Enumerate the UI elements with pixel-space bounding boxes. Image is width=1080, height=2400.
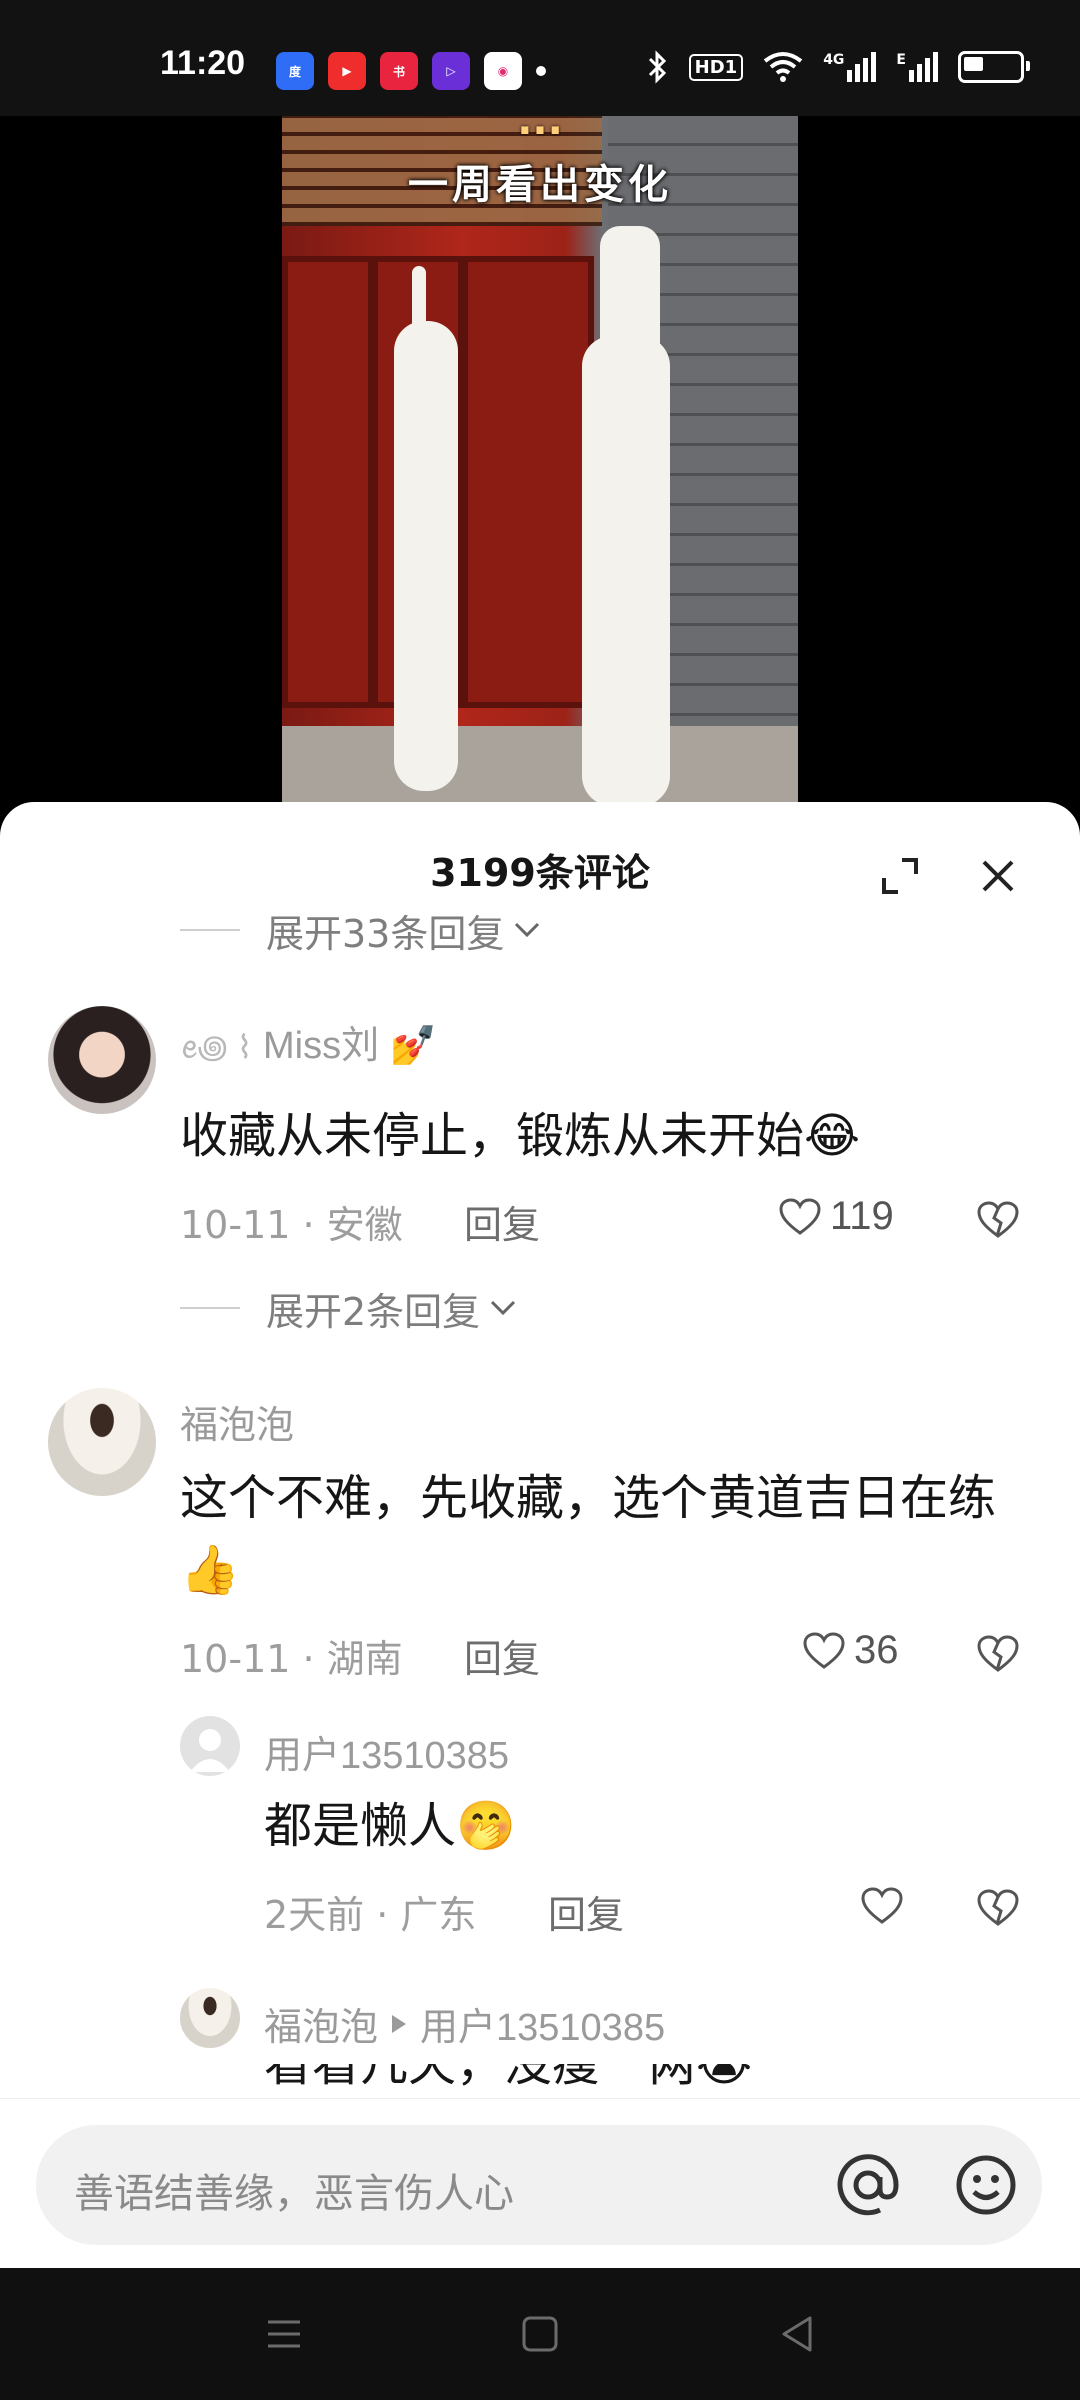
broken-heart-icon[interactable] [976,1198,1020,1242]
like-button[interactable]: 36 [802,1628,899,1673]
close-icon[interactable] [976,854,1020,898]
status-right: HD1 4G E [647,50,1030,84]
emoji-icon[interactable] [948,2147,1024,2223]
avatar-miss-liu[interactable] [48,1006,156,1114]
broken-heart-icon[interactable] [976,1886,1020,1930]
bluetooth-icon [648,50,666,84]
expand-replies-top[interactable]: 展开33条回复 [180,902,542,958]
person-right-arms [600,226,660,376]
person-right [582,336,670,806]
reply-username[interactable]: 用户13510385 [264,1724,509,1779]
wifi-icon [763,52,803,82]
chevron-down-icon [491,1300,516,1316]
default-user-icon [190,1729,230,1772]
reply-text: 都是懒人🤭 [264,1798,516,1854]
reply-arrow-icon [392,2014,407,2033]
comment-text: 收藏从未停止，锻炼从未开始😂 [180,1108,861,1164]
red-door-left [282,256,374,708]
reply-button[interactable]: 回复 [464,1628,540,1683]
reply-username-thread[interactable]: 福泡泡 用户13510385 [264,1996,665,2051]
comment-input-placeholder: 善语结善缘，恶言伤人心 [74,2171,514,2217]
status-bar: 11:20 度 ▶ 书 ▷ ◉ HD1 4G E [0,0,1080,116]
video-caption-top: ... [517,116,563,144]
comment-input[interactable]: 善语结善缘，恶言伤人心 [36,2125,1042,2245]
status-time: 11:20 [160,44,246,82]
heart-icon [803,1631,845,1669]
menu-icon[interactable] [262,2312,306,2356]
heart-icon [779,1197,821,1235]
at-mention-icon[interactable] [830,2147,906,2223]
person-left [394,321,458,791]
home-icon[interactable] [518,2312,562,2356]
red-door-right [462,256,594,708]
comment-input-bar: 善语结善缘，恶言伤人心 [0,2098,1080,2268]
expand-replies-top-label: 展开33条回复 [266,911,505,956]
comment-date-location: 10-11 · 安徽 [180,1203,403,1247]
signal-4g-icon: 4G [823,52,877,82]
purple-play-app-icon: ▷ [432,52,470,90]
system-nav-bar [0,2268,1080,2400]
expand-replies-middle-label: 展开2条回复 [266,1289,481,1334]
baidu-app-icon: 度 [276,52,314,90]
expand-replies-middle[interactable]: 展开2条回复 [180,1280,518,1336]
comment-username[interactable]: ꫀ꩜ ⌇ Miss刘 💅 [180,1014,437,1083]
broken-heart-icon[interactable] [976,1632,1020,1676]
reply-button[interactable]: 回复 [548,1884,624,1939]
xiaohongshu-app-icon: 书 [380,52,418,90]
expand-fullscreen-icon[interactable] [878,854,922,898]
signal-4g-label: 4G [823,52,845,68]
hd-badge: HD1 [688,53,744,81]
comment-date-location: 10-11 · 湖南 [180,1637,403,1681]
username-decoration: ꫀ꩜ ⌇ [180,1029,253,1065]
reply-button[interactable]: 回复 [464,1194,540,1249]
sheet-header: 3199条评论 [0,842,1080,902]
video-app-icon: ▶ [328,52,366,90]
video-caption: 一周看出变化 [408,162,672,208]
signal-e-label: E [896,52,906,68]
video-player[interactable]: ... 一周看出变化 [282,116,798,806]
like-count: 119 [830,1194,894,1238]
avatar-fu-pao-pao[interactable] [48,1388,156,1496]
avatar-fu-pao-pao-small[interactable] [180,1988,240,2048]
ground [282,726,798,806]
chevron-down-icon [515,922,540,938]
signal-e-icon: E [896,52,938,82]
heart-icon[interactable] [860,1886,904,1926]
more-notifications-dot [536,66,546,76]
battery-icon [958,51,1030,83]
reply-text-partial: 看看几天，没瘦一两😭 [264,2064,753,2092]
comments-sheet: 3199条评论 展开33条回复 ꫀ꩜ ⌇ Miss刘 💅 收藏从未停止，锻炼从未… [0,802,1080,2268]
like-button[interactable]: 119 [778,1194,894,1239]
reply-date-location: 2天前 · 广东 [264,1893,477,1937]
notification-app-icons: 度 ▶ 书 ▷ ◉ [276,52,546,90]
back-icon[interactable] [776,2312,820,2356]
comment-text: 这个不难，先收藏，选个黄道吉日在练👍 [180,1470,997,1598]
nail-polish-emoji: 💅 [389,1025,437,1067]
kuaishou-app-icon: ◉ [484,52,522,90]
person-left-arm [412,266,426,386]
comment-username[interactable]: 福泡泡 [180,1394,294,1449]
avatar-default-user[interactable] [180,1716,240,1776]
like-count: 36 [854,1628,899,1672]
